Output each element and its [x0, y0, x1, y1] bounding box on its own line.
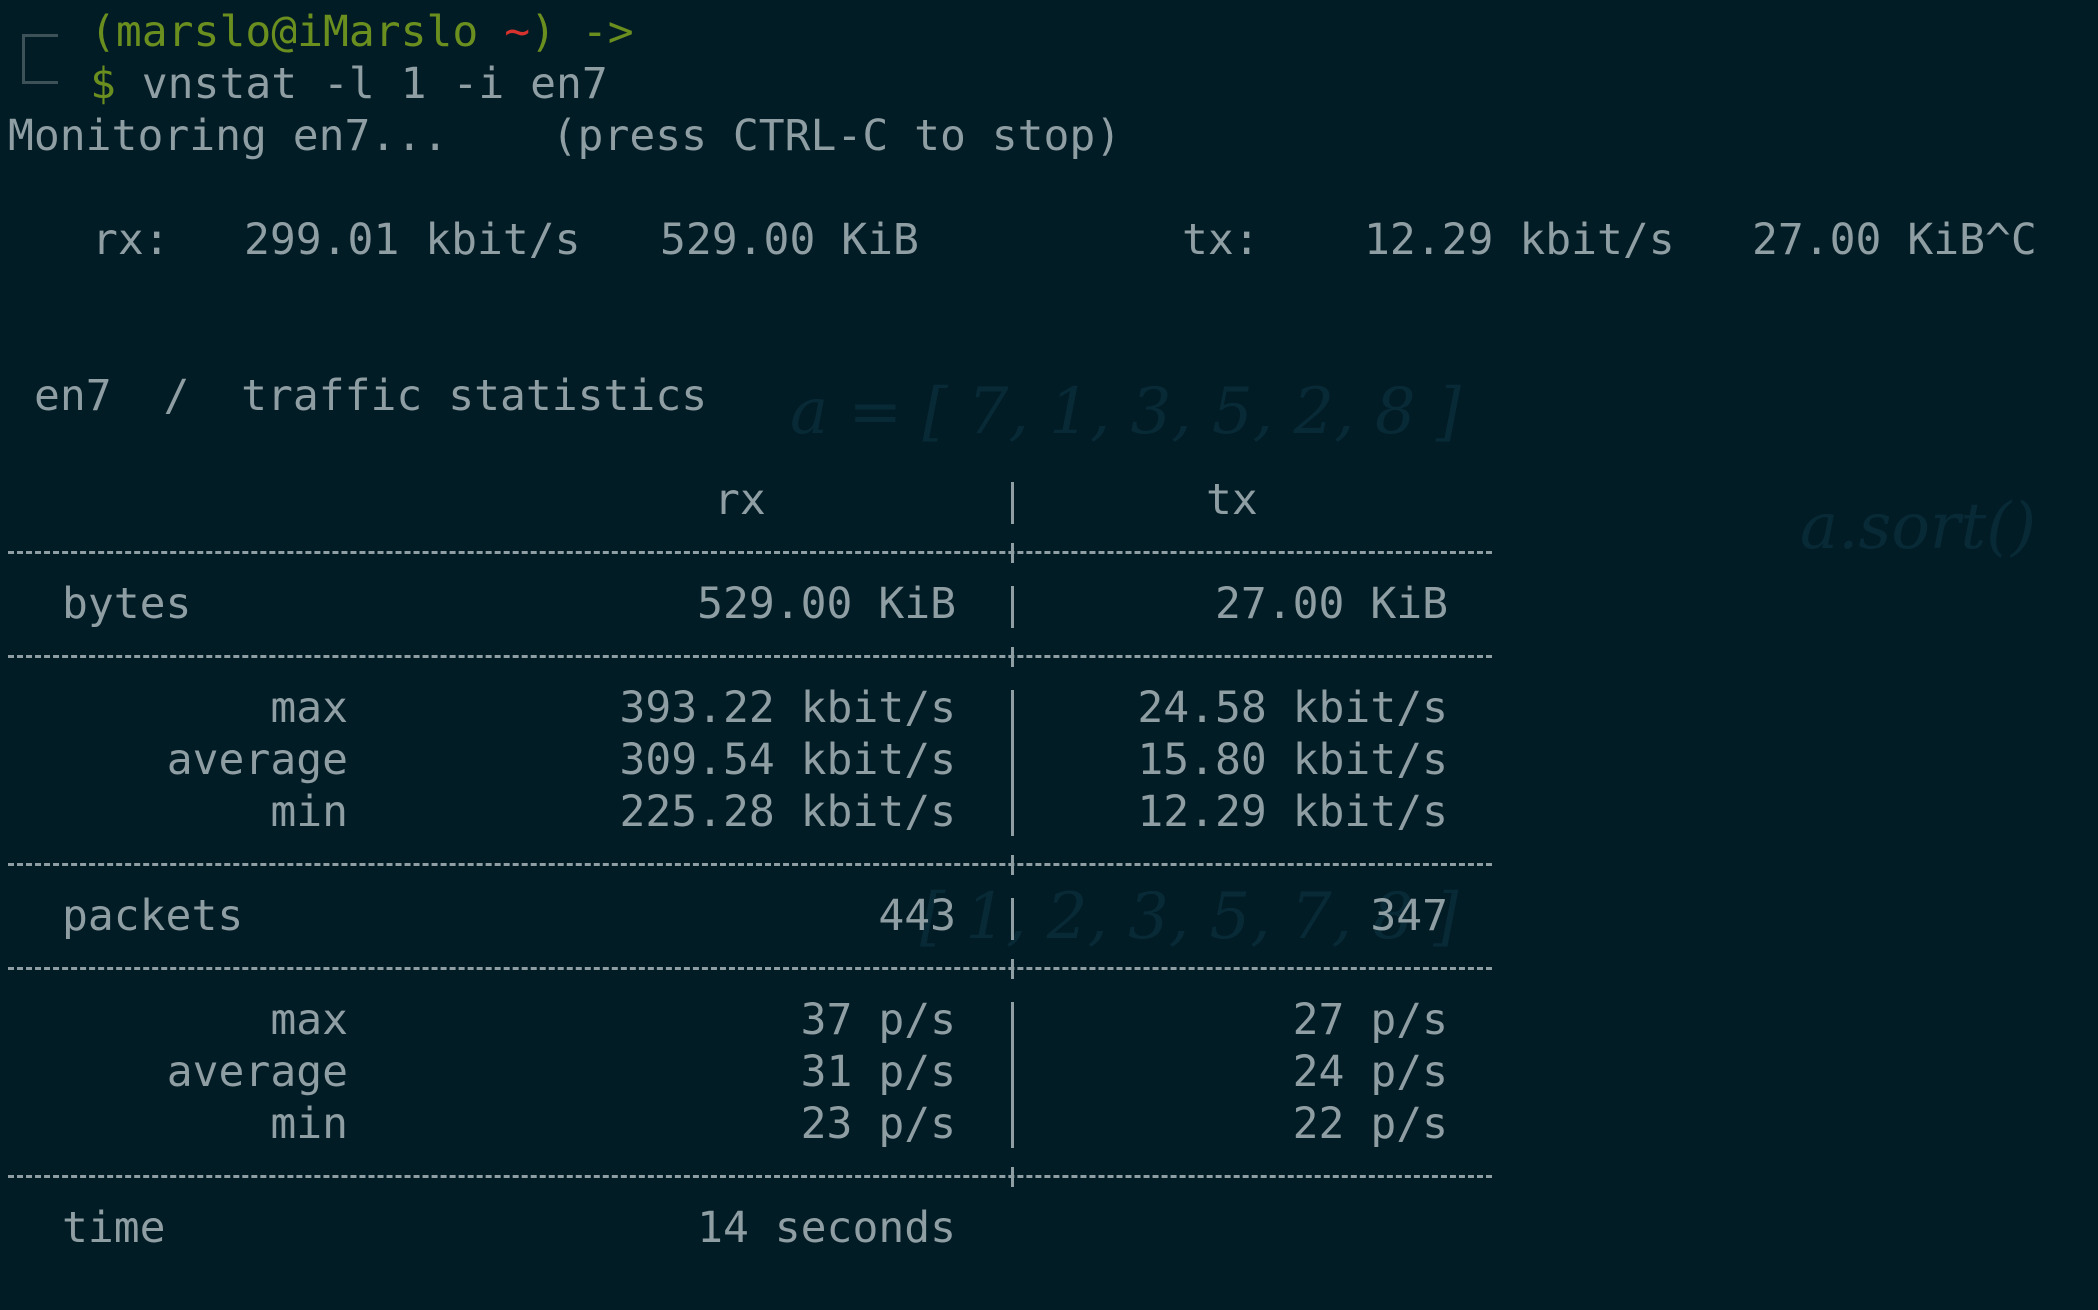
table-row-pps-max: max 37 p/s 27 p/s	[8, 994, 1508, 1046]
table-row-rate-average: average 309.54 kbit/s 15.80 kbit/s	[8, 734, 1508, 786]
live-rx-rate: 299.01 kbit/s	[244, 215, 581, 265]
table-row-rate-max: max 393.22 kbit/s 24.58 kbit/s	[8, 682, 1508, 734]
tx-packets-value: 347	[1370, 891, 1448, 941]
row-label: min	[270, 787, 348, 837]
separator-cross	[1011, 855, 1014, 875]
row-label: max	[270, 995, 348, 1045]
row-label: average	[166, 735, 348, 785]
elapsed-time-value: 14 seconds	[697, 1203, 956, 1253]
row-label: average	[166, 1047, 348, 1097]
tx-bytes-value: 27.00 KiB	[1215, 579, 1448, 629]
prompt-dollar: $	[90, 59, 116, 109]
tx-pps-min: 22 p/s	[1292, 1099, 1448, 1149]
command-line[interactable]: $ vnstat -l 1 -i en7	[90, 58, 608, 110]
table-row-bytes: bytes 529.00 KiB 27.00 KiB	[8, 578, 1508, 630]
command-text: vnstat -l 1 -i en7	[141, 59, 608, 109]
table-separator	[8, 967, 1492, 974]
separator-cross	[1011, 959, 1014, 979]
row-label: min	[270, 1099, 348, 1149]
row-label: max	[270, 683, 348, 733]
rx-rate-average: 309.54 kbit/s	[619, 735, 956, 785]
tx-rate-max: 24.58 kbit/s	[1137, 683, 1448, 733]
table-separator	[8, 863, 1492, 870]
separator-cross	[1011, 543, 1014, 563]
table-row-packets: packets 443 347	[8, 890, 1508, 942]
terminal-window[interactable]: a = [ 7, 1, 3, 5, 2, 8 ] a.sort() [ 1, 2…	[0, 0, 2098, 1310]
live-rate-line: rx: 299.01 kbit/s 529.00 KiB tx: 12.29 k…	[8, 214, 2088, 266]
row-label: packets	[62, 891, 244, 941]
tx-pps-average: 24 p/s	[1292, 1047, 1448, 1097]
background-watermark: a = [ 7, 1, 3, 5, 2, 8 ]	[790, 375, 1461, 449]
tx-rate-min: 12.29 kbit/s	[1137, 787, 1448, 837]
row-label: bytes	[62, 579, 192, 629]
live-tx-total: 27.00 KiB^C	[1752, 215, 2037, 265]
column-header-rx: rx	[714, 475, 766, 525]
prompt-bracket-icon	[22, 34, 58, 84]
table-separator	[8, 1175, 1492, 1182]
column-divider	[1011, 482, 1014, 524]
separator-cross	[1011, 647, 1014, 667]
table-row-rate-min: min 225.28 kbit/s 12.29 kbit/s	[8, 786, 1508, 838]
tx-rate-average: 15.80 kbit/s	[1137, 735, 1448, 785]
table-separator	[8, 551, 1492, 558]
prompt-arrow: ->	[581, 7, 634, 57]
prompt-tilde: ~	[504, 7, 531, 57]
table-row-time: time 14 seconds	[8, 1202, 1508, 1254]
rx-pps-average: 31 p/s	[800, 1047, 956, 1097]
column-header-tx: tx	[1206, 475, 1258, 525]
prompt-line: (marslo@iMarslo ~) ->	[90, 6, 634, 58]
rx-bytes-value: 529.00 KiB	[697, 579, 956, 629]
live-tx-rate: 12.29 kbit/s	[1364, 215, 1675, 265]
table-row-pps-average: average 31 p/s 24 p/s	[8, 1046, 1508, 1098]
stats-header-row: rx tx	[8, 474, 1508, 526]
rx-pps-min: 23 p/s	[800, 1099, 956, 1149]
background-watermark: a.sort()	[1800, 490, 2037, 564]
prompt-user-host: (marslo@iMarslo	[90, 7, 479, 57]
live-rx-label: rx:	[92, 215, 170, 265]
table-row-pps-min: min 23 p/s 22 p/s	[8, 1098, 1508, 1150]
stats-title: en7 / traffic statistics	[34, 371, 708, 421]
monitoring-text: Monitoring en7...	[8, 111, 449, 161]
rx-pps-max: 37 p/s	[800, 995, 956, 1045]
prompt-close: )	[530, 7, 556, 57]
rx-packets-value: 443	[878, 891, 956, 941]
monitoring-hint: (press CTRL-C to stop)	[551, 111, 1122, 161]
separator-cross	[1011, 1167, 1014, 1187]
table-separator	[8, 655, 1492, 662]
row-label: time	[62, 1203, 166, 1253]
rx-rate-min: 225.28 kbit/s	[619, 787, 956, 837]
live-tx-label: tx:	[1182, 215, 1260, 265]
tx-pps-max: 27 p/s	[1292, 995, 1448, 1045]
live-rx-total: 529.00 KiB	[660, 215, 919, 265]
rx-rate-max: 393.22 kbit/s	[619, 683, 956, 733]
monitoring-line: Monitoring en7... (press CTRL-C to stop)	[8, 110, 1121, 162]
